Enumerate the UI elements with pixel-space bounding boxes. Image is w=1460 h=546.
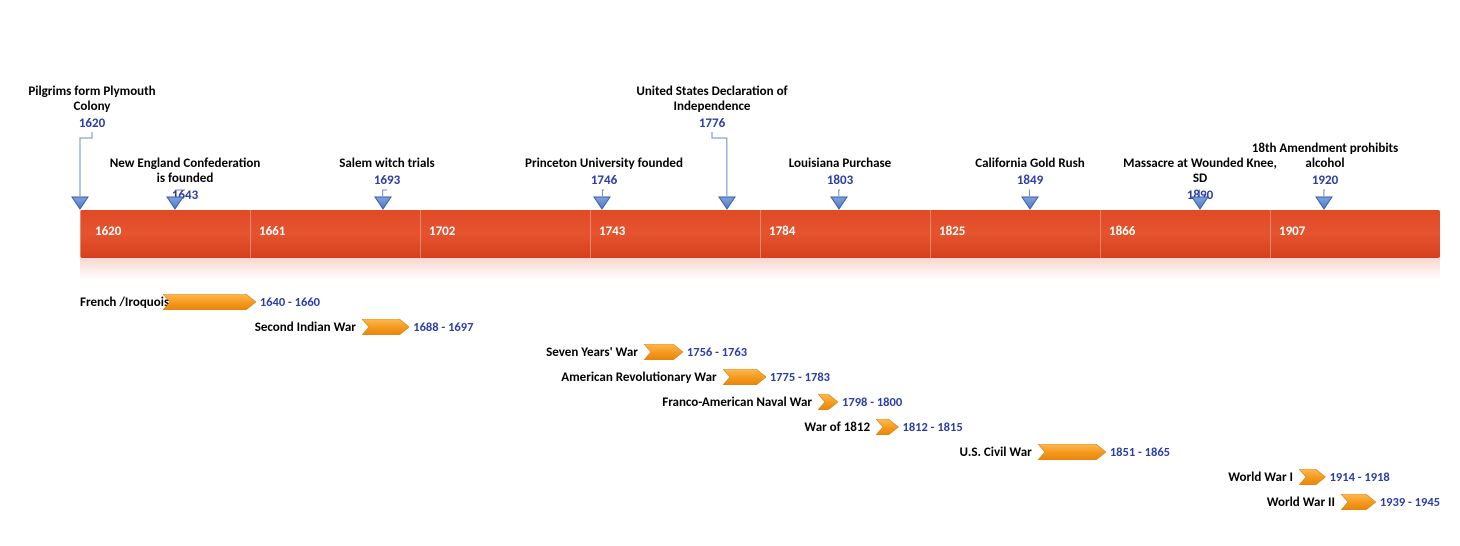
timeline-tick-label: 1825 bbox=[939, 224, 965, 239]
period-arrow-icon bbox=[876, 419, 898, 435]
period-label: Franco-American Naval War bbox=[80, 395, 812, 410]
timeline-tick: 1702 bbox=[420, 210, 421, 258]
timeline-tick: 1825 bbox=[930, 210, 931, 258]
period-range: 1914 - 1918 bbox=[1330, 470, 1390, 485]
period-label: U.S. Civil War bbox=[80, 445, 1032, 460]
event-title: Salem witch trials bbox=[339, 157, 435, 172]
timeline-event: California Gold Rush1849 bbox=[950, 157, 1110, 188]
event-title: California Gold Rush bbox=[975, 157, 1085, 172]
timeline-period: U.S. Civil War 1851 - 1865 bbox=[80, 442, 1440, 462]
event-marker-icon bbox=[166, 196, 184, 210]
period-range: 1640 - 1660 bbox=[260, 295, 320, 310]
event-year: 1620 bbox=[79, 116, 105, 131]
timeline-tick: 1743 bbox=[590, 210, 591, 258]
period-label: French /Iroquois War: bbox=[80, 295, 157, 310]
event-marker-icon bbox=[71, 196, 89, 210]
timeline-event: Louisiana Purchase1803 bbox=[760, 157, 920, 188]
timeline-tick: 1661 bbox=[250, 210, 251, 258]
timeline-event: New England Confederation is founded1643 bbox=[105, 157, 265, 203]
timeline-tick: 1784 bbox=[760, 210, 761, 258]
timeline-tick-label: 1743 bbox=[599, 224, 625, 239]
period-arrow-icon bbox=[1038, 444, 1106, 460]
timeline-tick-label: 1661 bbox=[259, 224, 285, 239]
event-year: 1746 bbox=[591, 173, 617, 188]
timeline-period: War of 1812 1812 - 1815 bbox=[80, 417, 1440, 437]
period-arrow-icon bbox=[818, 394, 838, 410]
timeline-tick-label: 1702 bbox=[429, 224, 455, 239]
period-arrow-icon bbox=[362, 319, 409, 335]
timeline-tick: 1866 bbox=[1100, 210, 1101, 258]
timeline-period: Seven Years' War 1756 - 1763 bbox=[80, 342, 1440, 362]
timeline-tick: 1907 bbox=[1270, 210, 1271, 258]
event-year: 1803 bbox=[827, 173, 853, 188]
period-arrow-icon bbox=[644, 344, 683, 360]
event-year: 1849 bbox=[1017, 173, 1043, 188]
event-marker-icon bbox=[718, 196, 736, 210]
event-leader-line bbox=[712, 132, 727, 196]
period-label: Second Indian War bbox=[80, 320, 356, 335]
timeline: 1620 1661 1702 1743 1784 1825 1866 1907 bbox=[80, 210, 1440, 258]
period-arrow-icon bbox=[163, 294, 256, 310]
timeline-period: American Revolutionary War 1775 - 1783 bbox=[80, 367, 1440, 387]
timeline-tick-label: 1620 bbox=[95, 224, 121, 239]
period-arrow-icon bbox=[1299, 469, 1326, 485]
event-leader-line bbox=[80, 132, 92, 196]
period-range: 1775 - 1783 bbox=[770, 370, 830, 385]
timeline-tick-label: 1784 bbox=[769, 224, 795, 239]
event-marker-icon bbox=[1315, 196, 1333, 210]
event-year: 1693 bbox=[374, 173, 400, 188]
event-marker-icon bbox=[374, 196, 392, 210]
event-title: United States Declaration of Independenc… bbox=[632, 85, 792, 115]
period-range: 1812 - 1815 bbox=[903, 420, 963, 435]
period-arrow-icon bbox=[723, 369, 766, 385]
period-range: 1939 - 1945 bbox=[1380, 495, 1440, 510]
timeline-event: 18th Amendment prohibits alcohol1920 bbox=[1245, 142, 1405, 188]
event-title: New England Confederation is founded bbox=[105, 157, 265, 187]
event-marker-icon bbox=[593, 196, 611, 210]
period-range: 1756 - 1763 bbox=[687, 345, 747, 360]
event-title: Pilgrims form Plymouth Colony bbox=[12, 85, 172, 115]
timeline-event: Salem witch trials1693 bbox=[307, 157, 467, 188]
period-range: 1798 - 1800 bbox=[842, 395, 902, 410]
event-title: Louisiana Purchase bbox=[789, 157, 891, 172]
event-title: Princeton University founded bbox=[525, 157, 683, 172]
leader-lines-overlay bbox=[0, 0, 1460, 546]
period-label: World War I bbox=[80, 470, 1293, 485]
period-arrow-icon bbox=[1341, 494, 1376, 510]
event-year: 1776 bbox=[699, 116, 725, 131]
period-label: World War II bbox=[80, 495, 1335, 510]
timeline-tick: 1620 bbox=[80, 210, 81, 258]
timeline-period: Second Indian War 1688 - 1697 bbox=[80, 317, 1440, 337]
timeline-tick-label: 1907 bbox=[1279, 224, 1305, 239]
timeline-event: Princeton University founded1746 bbox=[524, 157, 684, 188]
event-marker-icon bbox=[1191, 196, 1209, 210]
period-label: American Revolutionary War bbox=[80, 370, 717, 385]
event-year: 1920 bbox=[1312, 173, 1338, 188]
timeline-period: French /Iroquois War: 1640 - 1660 bbox=[80, 292, 1440, 312]
event-marker-icon bbox=[1021, 196, 1039, 210]
event-marker-icon bbox=[830, 196, 848, 210]
timeline-period: Franco-American Naval War 1798 - 1800 bbox=[80, 392, 1440, 412]
period-label: Seven Years' War bbox=[80, 345, 638, 360]
timeline-period: World War I 1914 - 1918 bbox=[80, 467, 1440, 487]
period-range: 1851 - 1865 bbox=[1110, 445, 1170, 460]
event-title: 18th Amendment prohibits alcohol bbox=[1245, 142, 1405, 172]
timeline-tick-label: 1866 bbox=[1109, 224, 1135, 239]
timeline-period: World War II 1939 - 1945 bbox=[80, 492, 1440, 512]
timeline-event: Pilgrims form Plymouth Colony1620 bbox=[12, 85, 172, 131]
period-range: 1688 - 1697 bbox=[413, 320, 473, 335]
timeline-event: United States Declaration of Independenc… bbox=[632, 85, 792, 131]
timeline-bar: 1620 1661 1702 1743 1784 1825 1866 1907 bbox=[80, 210, 1440, 258]
period-label: War of 1812 bbox=[80, 420, 870, 435]
